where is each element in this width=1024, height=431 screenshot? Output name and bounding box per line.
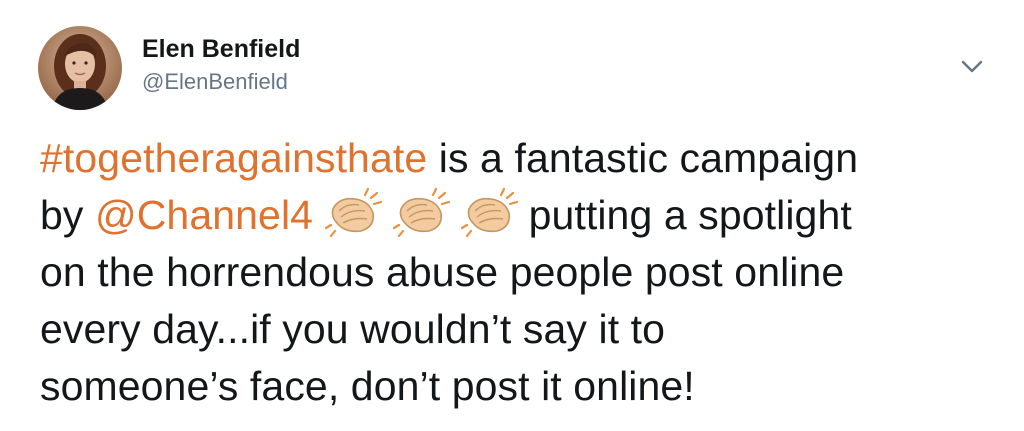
tweet-text-segment: is a fantastic campaign <box>427 135 859 181</box>
tweet-text-segment: putting a spotlight <box>528 192 852 238</box>
tweet-header: Elen Benfield @ElenBenfield <box>38 26 300 110</box>
clapping-hands-icon <box>324 187 389 237</box>
tweet-line-3: on the horrendous abuse people post onli… <box>40 249 845 295</box>
tweet-line-1: #togetheragainsthate is a fantastic camp… <box>40 130 1000 187</box>
tweet-text: #togetheragainsthate is a fantastic camp… <box>40 130 1000 415</box>
tweet-line-5: someone’s face, don’t post it online! <box>40 363 695 409</box>
avatar[interactable] <box>38 26 122 110</box>
clapping-hands-icon <box>392 187 457 237</box>
tweet-line-4: every day...if you wouldn’t say it to <box>40 306 666 352</box>
tweet-text-segment: by <box>40 192 95 238</box>
display-name[interactable]: Elen Benfield <box>142 33 300 65</box>
user-handle[interactable]: @ElenBenfield <box>142 67 300 97</box>
user-names: Elen Benfield @ElenBenfield <box>142 33 300 97</box>
tweet-line-2: by @Channel4 putting a spotlight <box>40 187 1000 244</box>
chevron-down-icon[interactable] <box>960 58 984 76</box>
clapping-hands-icon <box>460 187 525 237</box>
tweet-card: Elen Benfield @ElenBenfield #togetheraga… <box>0 0 1024 431</box>
mention-link[interactable]: @Channel4 <box>95 192 313 238</box>
hashtag-link[interactable]: #togetheragainsthate <box>40 135 427 181</box>
